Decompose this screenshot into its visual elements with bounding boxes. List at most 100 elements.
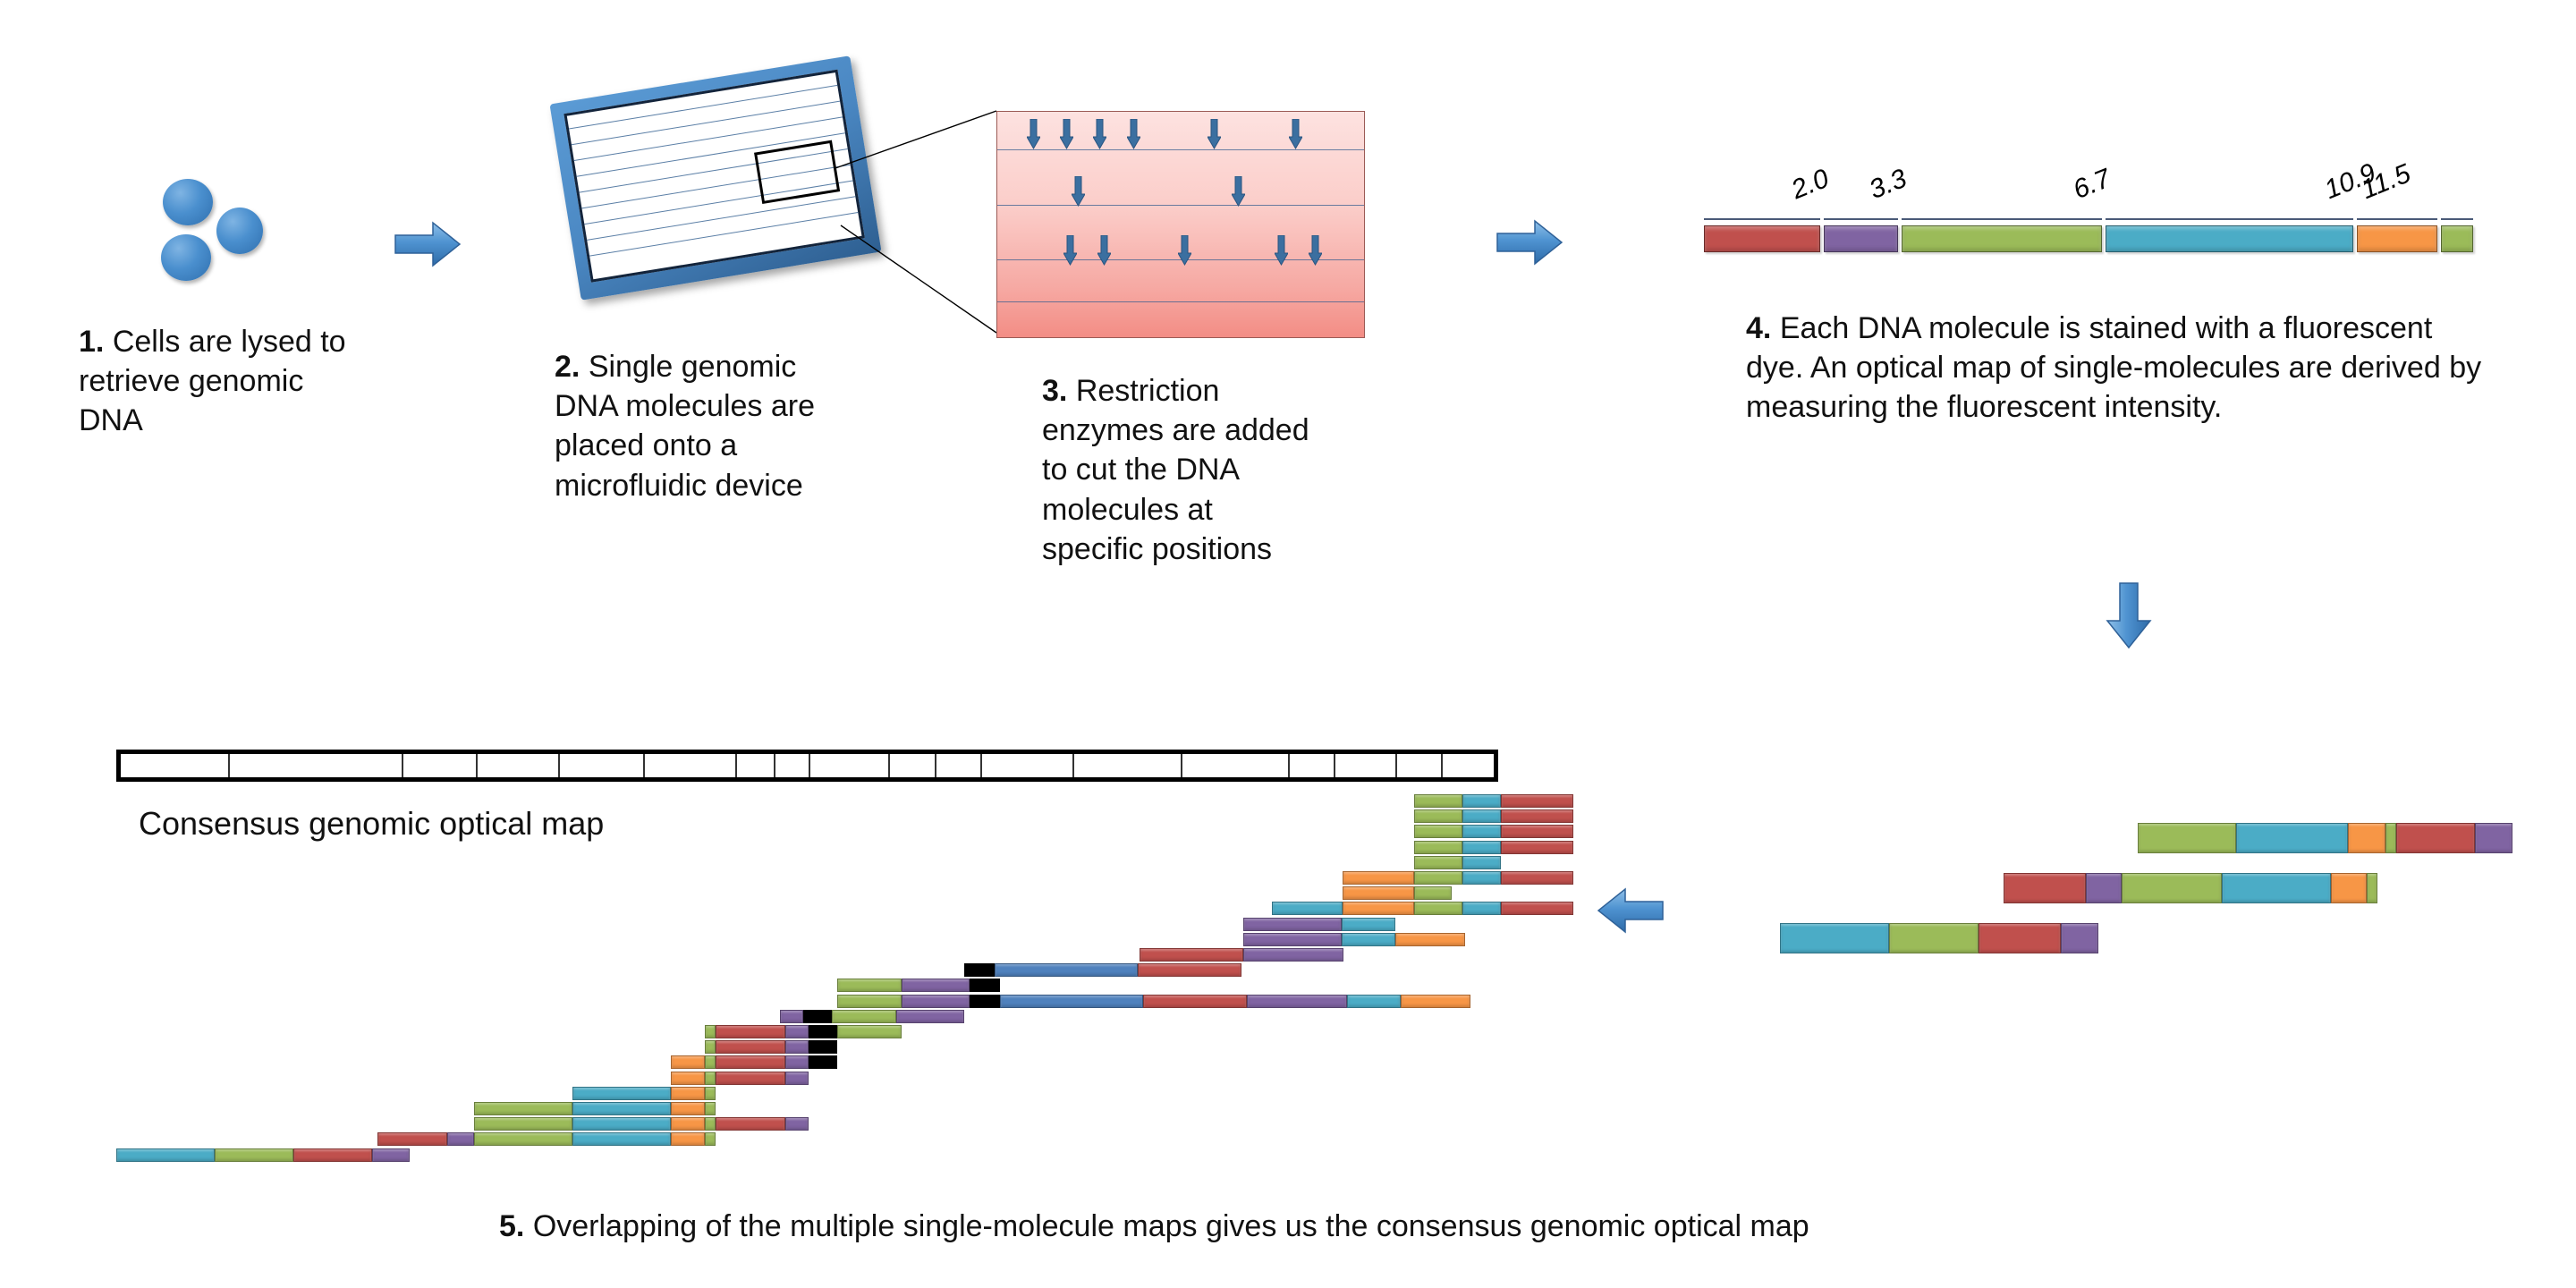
step4-text: Each DNA molecule is stained with a fluo… [1746, 311, 2482, 425]
assembly-segment [705, 1086, 716, 1100]
device-zoom-region [754, 140, 841, 205]
enzyme-arrow-icon [1207, 118, 1222, 150]
enzyme-arrow-icon [1288, 118, 1303, 150]
molecule-map-segment [2475, 823, 2512, 853]
optical-map-step4: 2.0 3.3 6.7 10.9 11.5 [1704, 158, 2545, 259]
molecule-map-segment [2385, 823, 2396, 853]
enzyme-arrow-icon [1092, 118, 1107, 150]
optical-map-segment [1902, 225, 2102, 252]
assembly-segment [572, 1117, 671, 1131]
assembly-segment [572, 1132, 671, 1147]
molecule-map-segment [2236, 823, 2348, 853]
assembly-segment [809, 1040, 837, 1055]
ruler-tick [402, 754, 404, 777]
optical-map-measure-label: 6.7 [2069, 163, 2115, 206]
assembly-segment [837, 1025, 902, 1038]
assembly-segment [716, 1025, 785, 1038]
molecule-map-segment [1780, 923, 1889, 953]
step2-caption: 2. Single genomic DNA molecules are plac… [555, 347, 850, 505]
assembly-segment [705, 1071, 716, 1085]
assembly-segment [116, 1148, 215, 1162]
enzyme-arrow-icon [1126, 118, 1141, 150]
assembly-segment [902, 979, 970, 993]
arrow-left-1 [1597, 886, 1665, 936]
assembly-segment [474, 1132, 572, 1147]
optical-map-measure-label: 2.0 [1787, 163, 1834, 206]
step4-caption: 4. Each DNA molecule is stained with a f… [1746, 309, 2488, 428]
assembly-segment [716, 1040, 785, 1055]
molecule-map-segment [2396, 823, 2475, 853]
assembly-segment [1501, 794, 1573, 808]
ruler-tick [1180, 754, 1182, 777]
assembly-segment [1414, 886, 1452, 901]
optical-map-tick [1824, 218, 1899, 220]
optical-map-tick [2105, 218, 2354, 220]
optical-map-segment [2441, 225, 2474, 252]
assembly-segment [1343, 871, 1414, 885]
enzyme-arrow-icon [1274, 234, 1289, 267]
arrow-right-1 [394, 219, 462, 269]
step5-text: Overlapping of the multiple single-molec… [532, 1209, 1809, 1243]
assembly-segment [837, 979, 902, 993]
assembly-segment [1143, 994, 1247, 1008]
ruler-tick [1441, 754, 1444, 777]
molecule-map-segment [2061, 923, 2098, 953]
assembly-segment [705, 1132, 716, 1147]
step5-caption: 5. Overlapping of the multiple single-mo… [499, 1209, 1809, 1244]
optical-map-segment [2105, 225, 2354, 252]
ruler-tick [1394, 754, 1397, 777]
assembly-segment [785, 1055, 809, 1070]
assembly-segment [1462, 871, 1501, 885]
enzyme-arrow-icon [1063, 234, 1078, 267]
assembly-segment [293, 1148, 372, 1162]
assembly-segment [705, 1025, 716, 1038]
panel-dna-line [997, 149, 1364, 150]
assembly-segment [705, 1055, 716, 1070]
ruler-tick [1287, 754, 1290, 777]
assembly-segment [1343, 902, 1414, 916]
step5-number: 5. [499, 1209, 525, 1243]
assembly-segment [1247, 994, 1347, 1008]
assembly-segment [1272, 902, 1343, 916]
assembly-segment [785, 1071, 809, 1085]
assembly-stack [116, 794, 1573, 1162]
assembly-segment [1342, 917, 1395, 931]
assembly-segment [705, 1102, 716, 1115]
assembly-segment [1501, 902, 1573, 916]
enzyme-arrow-icon [1308, 234, 1323, 267]
assembly-segment [970, 994, 1000, 1008]
optical-map-tick [1704, 218, 1820, 220]
assembly-segment [705, 1117, 716, 1131]
ruler-tick [1072, 754, 1075, 777]
molecule-map-segment [2331, 873, 2367, 903]
optical-map-tick [2357, 218, 2438, 220]
assembly-segment [716, 1055, 785, 1070]
assembly-segment [671, 1071, 705, 1085]
ruler-tick [734, 754, 737, 777]
panel-dna-line [997, 205, 1364, 206]
assembly-segment [1414, 825, 1462, 839]
assembly-segment [832, 1009, 896, 1023]
assembly-segment [896, 1009, 964, 1023]
assembly-segment [785, 1040, 809, 1055]
assembly-segment [785, 1117, 809, 1131]
assembly-segment [372, 1148, 410, 1162]
assembly-segment [716, 1071, 785, 1085]
assembly-segment [377, 1132, 447, 1147]
optical-map-segment [2357, 225, 2438, 252]
molecule-map-segment [2222, 873, 2331, 903]
ruler-tick [1334, 754, 1336, 777]
assembly-segment [1414, 794, 1462, 808]
assembly-segment [970, 979, 1000, 993]
cell-2 [216, 208, 263, 254]
assembly-segment [964, 963, 995, 978]
assembly-segment [1414, 871, 1462, 885]
assembly-segment [1501, 871, 1573, 885]
step1-text: Cells are lysed to retrieve genomic DNA [79, 325, 346, 438]
ruler-tick [642, 754, 645, 777]
assembly-segment [809, 1025, 837, 1038]
ruler-tick [980, 754, 983, 777]
assembly-segment [1462, 855, 1501, 869]
assembly-segment [215, 1148, 293, 1162]
molecule-map-segment [2086, 873, 2122, 903]
